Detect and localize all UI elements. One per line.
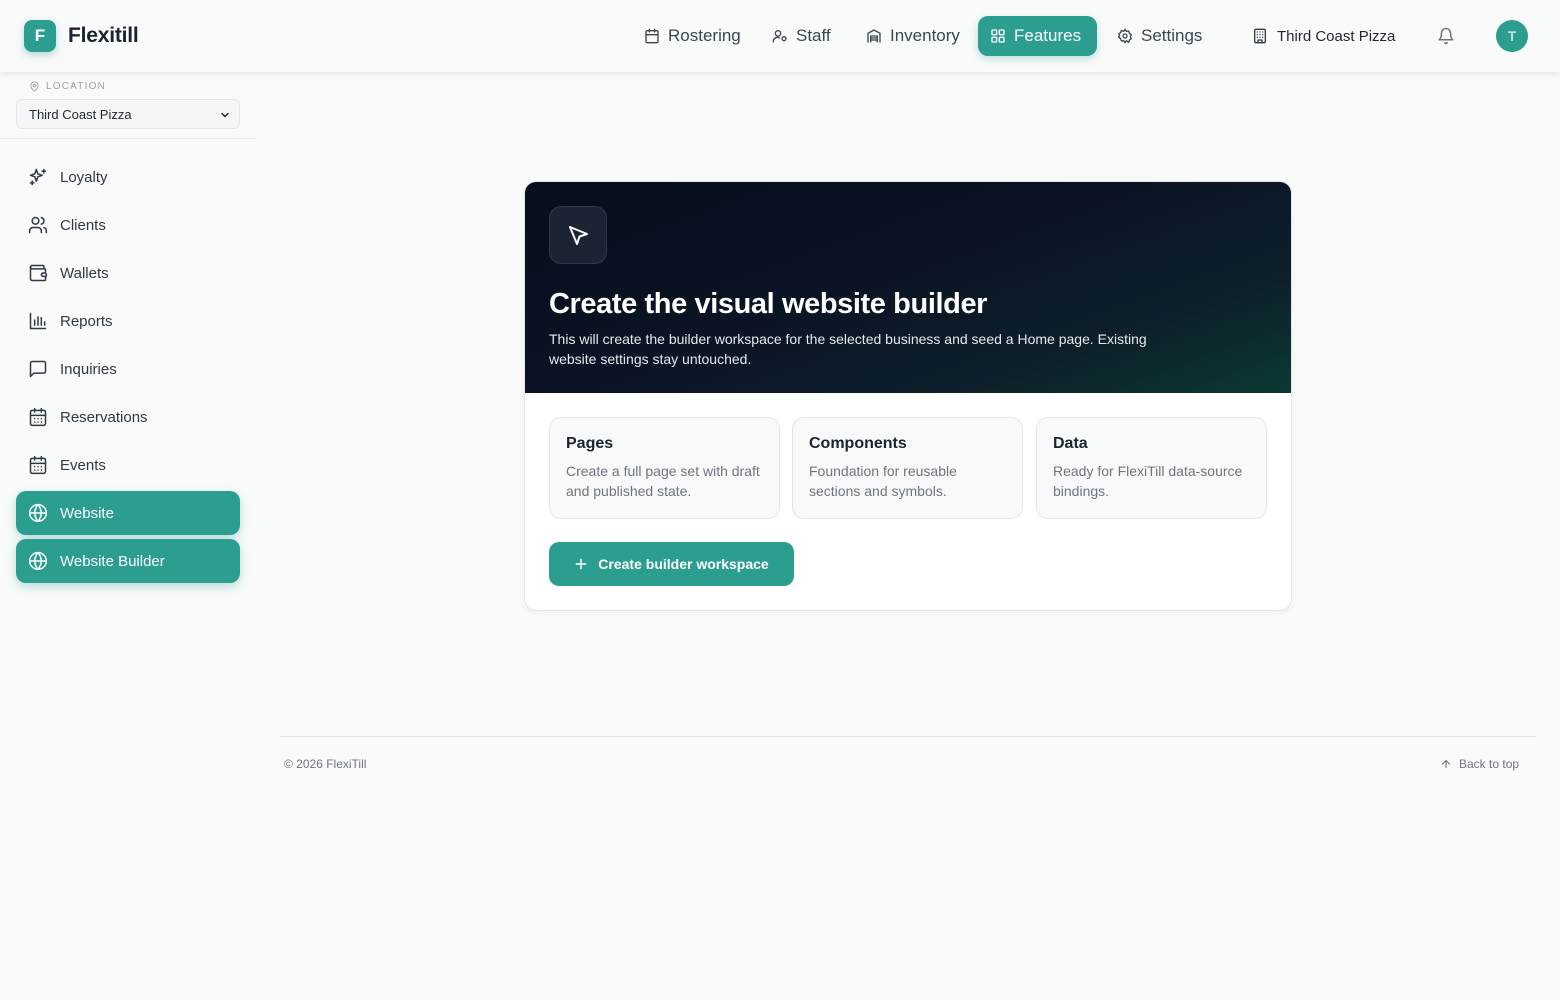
- app-name[interactable]: Flexitill: [68, 24, 139, 48]
- feature-tile-data: Data Ready for FlexiTill data-source bin…: [1036, 417, 1267, 519]
- footer-divider: [280, 736, 1536, 737]
- globe-icon: [28, 503, 48, 523]
- tile-description: Foundation for reusable sections and sym…: [809, 463, 957, 499]
- business-switcher[interactable]: Third Coast Pizza: [1252, 26, 1395, 46]
- wallet-icon: [29, 264, 48, 282]
- hero-icon-badge: [549, 206, 607, 264]
- cursor-pointer-icon: [569, 226, 588, 245]
- tile-description: Create a full page set with draft and pu…: [566, 463, 760, 499]
- nav-label: Staff: [796, 26, 831, 45]
- logo-letter: F: [34, 26, 46, 45]
- tile-description: Ready for FlexiTill data-source bindings…: [1053, 463, 1243, 499]
- sidebar-item-label: Events: [60, 456, 106, 474]
- location-value: Third Coast Pizza: [29, 106, 132, 122]
- nav-label: Inventory: [890, 26, 960, 45]
- nav-label: Features: [1014, 26, 1082, 45]
- hero-description: This will create the builder workspace f…: [549, 331, 1147, 367]
- sidebar-item-wallets[interactable]: Wallets: [16, 251, 240, 295]
- chevron-down-icon: [221, 112, 229, 118]
- nav-settings[interactable]: Settings: [1105, 16, 1214, 56]
- top-bar: F Flexitill Rostering Staff Inventory Fe…: [0, 0, 1560, 72]
- users-icon: [28, 216, 48, 234]
- business-name: Third Coast Pizza: [1277, 27, 1396, 45]
- copyright: © 2026 FlexiTill: [284, 757, 367, 771]
- grid-icon: [991, 29, 1005, 43]
- builder-setup-card: Create the visual website builder This w…: [524, 181, 1292, 611]
- calendar-icon: [645, 28, 659, 44]
- sidebar-item-loyalty[interactable]: Loyalty: [16, 155, 240, 199]
- nav-label: Rostering: [668, 26, 741, 45]
- bar-chart-icon: [29, 312, 47, 330]
- calendar-icon: [29, 407, 47, 427]
- sidebar-item-website[interactable]: Website: [16, 491, 240, 535]
- sidebar-divider: [0, 138, 256, 139]
- back-to-top-link[interactable]: Back to top: [1440, 757, 1519, 771]
- sidebar-item-events[interactable]: Events: [16, 443, 240, 487]
- globe-icon: [28, 551, 48, 571]
- warehouse-icon: [867, 29, 881, 43]
- calendar-icon: [29, 455, 47, 475]
- button-label: Create builder workspace: [598, 556, 769, 572]
- sidebar-item-label: Website Builder: [60, 552, 165, 570]
- hero-banner: Create the visual website builder This w…: [525, 182, 1291, 393]
- create-builder-workspace-button[interactable]: Create builder workspace: [549, 542, 794, 586]
- tile-title: Pages: [566, 435, 614, 452]
- sparkles-icon: [29, 168, 47, 186]
- feature-tile-pages: Pages Create a full page set with draft …: [549, 417, 780, 519]
- sidebar-item-label: Reports: [60, 312, 113, 330]
- back-to-top-label: Back to top: [1459, 757, 1520, 771]
- avatar-initial: T: [1507, 28, 1517, 44]
- arrow-up-icon: [1441, 759, 1451, 769]
- nav-staff[interactable]: Staff: [760, 16, 843, 56]
- sidebar-item-inquiries[interactable]: Inquiries: [16, 347, 240, 391]
- sidebar-item-label: Website: [60, 504, 114, 522]
- tile-title: Data: [1053, 435, 1088, 452]
- avatar[interactable]: T: [1496, 20, 1528, 52]
- feature-tile-components: Components Foundation for reusable secti…: [792, 417, 1023, 519]
- tile-title: Components: [809, 435, 907, 452]
- sidebar-item-label: Inquiries: [60, 360, 117, 378]
- sidebar-item-clients[interactable]: Clients: [16, 203, 240, 247]
- gear-icon: [1118, 28, 1132, 44]
- sidebar-item-reports[interactable]: Reports: [16, 299, 240, 343]
- bell-icon[interactable]: [1437, 27, 1455, 45]
- sidebar-item-label: Clients: [60, 216, 106, 234]
- message-square-icon: [29, 360, 47, 378]
- sidebar-item-label: Reservations: [60, 408, 148, 426]
- nav-rostering[interactable]: Rostering: [632, 16, 753, 56]
- location-label: LOCATION: [29, 81, 106, 92]
- plus-icon: [575, 558, 587, 570]
- map-pin-icon: [30, 81, 39, 92]
- sidebar-item-label: Loyalty: [60, 168, 108, 186]
- building-icon: [1254, 28, 1266, 44]
- sidebar-item-website-builder[interactable]: Website Builder: [16, 539, 240, 583]
- logo-badge[interactable]: F: [24, 20, 56, 52]
- location-select[interactable]: Third Coast Pizza: [16, 99, 240, 129]
- nav-label: Settings: [1141, 26, 1203, 45]
- nav-inventory[interactable]: Inventory: [854, 16, 972, 56]
- nav-features[interactable]: Features: [978, 16, 1097, 56]
- user-cog-icon: [772, 30, 787, 43]
- sidebar-item-label: Wallets: [60, 264, 109, 282]
- location-label-text: LOCATION: [46, 81, 106, 92]
- hero-title: Create the visual website builder: [549, 288, 988, 320]
- sidebar-item-reservations[interactable]: Reservations: [16, 395, 240, 439]
